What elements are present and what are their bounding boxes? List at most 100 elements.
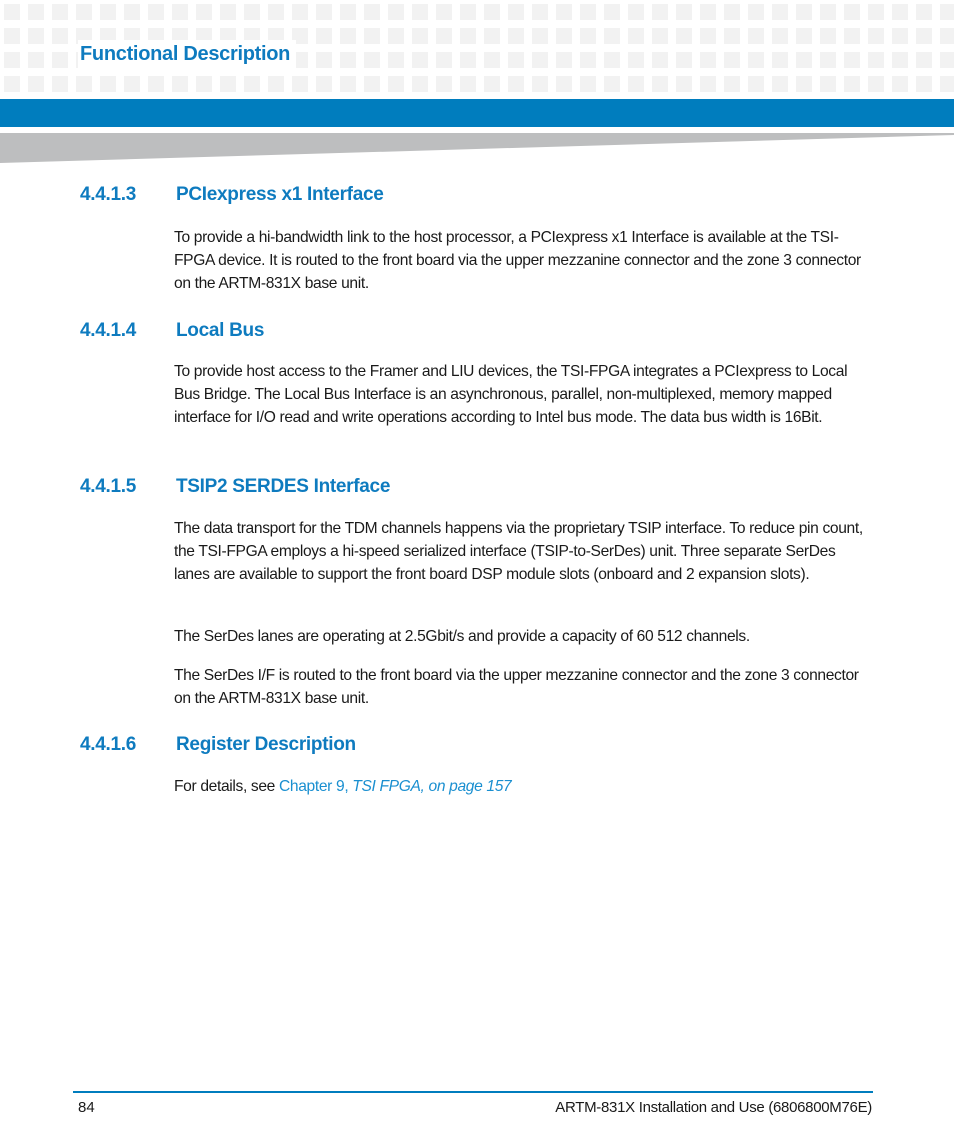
pattern-square xyxy=(652,52,668,68)
pattern-square xyxy=(28,4,44,20)
pattern-square xyxy=(772,52,788,68)
chapter-title-link[interactable]: TSI FPGA, on page 157 xyxy=(352,778,511,795)
section-number: 4.4.1.4 xyxy=(80,320,137,341)
pattern-square xyxy=(124,4,140,20)
pattern-square xyxy=(172,76,188,92)
pattern-square xyxy=(412,28,428,44)
paragraph: To provide host access to the Framer and… xyxy=(174,363,848,426)
pattern-square xyxy=(724,76,740,92)
pattern-square xyxy=(268,4,284,20)
pattern-square xyxy=(604,76,620,92)
details-prefix: For details, see xyxy=(174,778,279,795)
pattern-square xyxy=(340,4,356,20)
section-heading-local-bus: 4.4.1.4 Local Bus xyxy=(80,320,264,342)
pattern-square xyxy=(52,76,68,92)
pattern-square xyxy=(76,4,92,20)
pattern-square xyxy=(772,4,788,20)
section-number: 4.4.1.5 xyxy=(80,476,137,497)
section-title: PCIexpress x1 Interface xyxy=(176,184,384,205)
pattern-square xyxy=(580,76,596,92)
pattern-square xyxy=(748,52,764,68)
pattern-square xyxy=(556,52,572,68)
pattern-square xyxy=(436,76,452,92)
pattern-square xyxy=(700,52,716,68)
pattern-square xyxy=(316,76,332,92)
pattern-square xyxy=(676,28,692,44)
paragraph: To provide a hi-bandwidth link to the ho… xyxy=(174,229,861,292)
pattern-square xyxy=(844,28,860,44)
pattern-square xyxy=(580,28,596,44)
pattern-square xyxy=(172,4,188,20)
pattern-square xyxy=(628,76,644,92)
pattern-square xyxy=(892,4,908,20)
section-heading-pciexpress: 4.4.1.3 PCIexpress x1 Interface xyxy=(80,184,384,206)
pattern-square xyxy=(52,52,68,68)
pattern-square xyxy=(364,28,380,44)
pattern-square xyxy=(436,4,452,20)
pattern-square xyxy=(388,76,404,92)
pattern-square xyxy=(220,76,236,92)
pattern-square xyxy=(28,28,44,44)
pattern-square xyxy=(604,28,620,44)
pattern-square xyxy=(748,4,764,20)
pattern-square xyxy=(652,76,668,92)
pattern-square xyxy=(412,76,428,92)
pattern-square xyxy=(700,4,716,20)
pattern-square xyxy=(628,52,644,68)
pattern-square xyxy=(28,52,44,68)
pattern-square xyxy=(916,28,932,44)
pattern-square xyxy=(412,52,428,68)
pattern-square xyxy=(484,76,500,92)
pattern-square xyxy=(436,52,452,68)
pattern-square xyxy=(772,28,788,44)
pattern-square xyxy=(868,76,884,92)
pattern-square xyxy=(292,76,308,92)
pattern-square xyxy=(484,4,500,20)
pattern-square xyxy=(748,76,764,92)
pattern-square xyxy=(796,52,812,68)
pattern-square xyxy=(892,28,908,44)
header-gray-wedge xyxy=(0,133,954,163)
pattern-square xyxy=(580,4,596,20)
pattern-square xyxy=(772,76,788,92)
pattern-square xyxy=(748,28,764,44)
pattern-square xyxy=(844,4,860,20)
pattern-square xyxy=(4,28,20,44)
pattern-square xyxy=(340,76,356,92)
pattern-square xyxy=(724,4,740,20)
chapter-title: Functional Description xyxy=(78,40,297,68)
section-number: 4.4.1.6 xyxy=(80,734,137,755)
pattern-square xyxy=(700,76,716,92)
pattern-square xyxy=(940,76,954,92)
pattern-square xyxy=(460,4,476,20)
pattern-square xyxy=(412,4,428,20)
pattern-square xyxy=(868,52,884,68)
pattern-square xyxy=(124,76,140,92)
pattern-square xyxy=(196,4,212,20)
pattern-square xyxy=(892,76,908,92)
pattern-square xyxy=(700,28,716,44)
footer-rule xyxy=(73,1091,873,1093)
chapter-link[interactable]: Chapter 9, xyxy=(279,778,352,795)
pattern-square xyxy=(844,52,860,68)
pattern-square xyxy=(388,4,404,20)
pattern-square xyxy=(364,4,380,20)
pattern-square xyxy=(508,28,524,44)
pattern-square xyxy=(460,52,476,68)
pattern-square xyxy=(868,28,884,44)
pattern-square xyxy=(52,4,68,20)
pattern-square xyxy=(940,4,954,20)
pattern-square xyxy=(52,28,68,44)
pattern-square xyxy=(340,52,356,68)
pattern-square xyxy=(724,52,740,68)
pattern-square xyxy=(556,76,572,92)
section-number: 4.4.1.3 xyxy=(80,184,137,205)
pattern-square xyxy=(868,4,884,20)
section-heading-tsip2-serdes: 4.4.1.5 TSIP2 SERDES Interface xyxy=(80,476,390,498)
pattern-square xyxy=(508,52,524,68)
section-title: Local Bus xyxy=(176,320,265,341)
pattern-square xyxy=(604,4,620,20)
pattern-square xyxy=(820,52,836,68)
pattern-square xyxy=(388,28,404,44)
pattern-square xyxy=(364,76,380,92)
